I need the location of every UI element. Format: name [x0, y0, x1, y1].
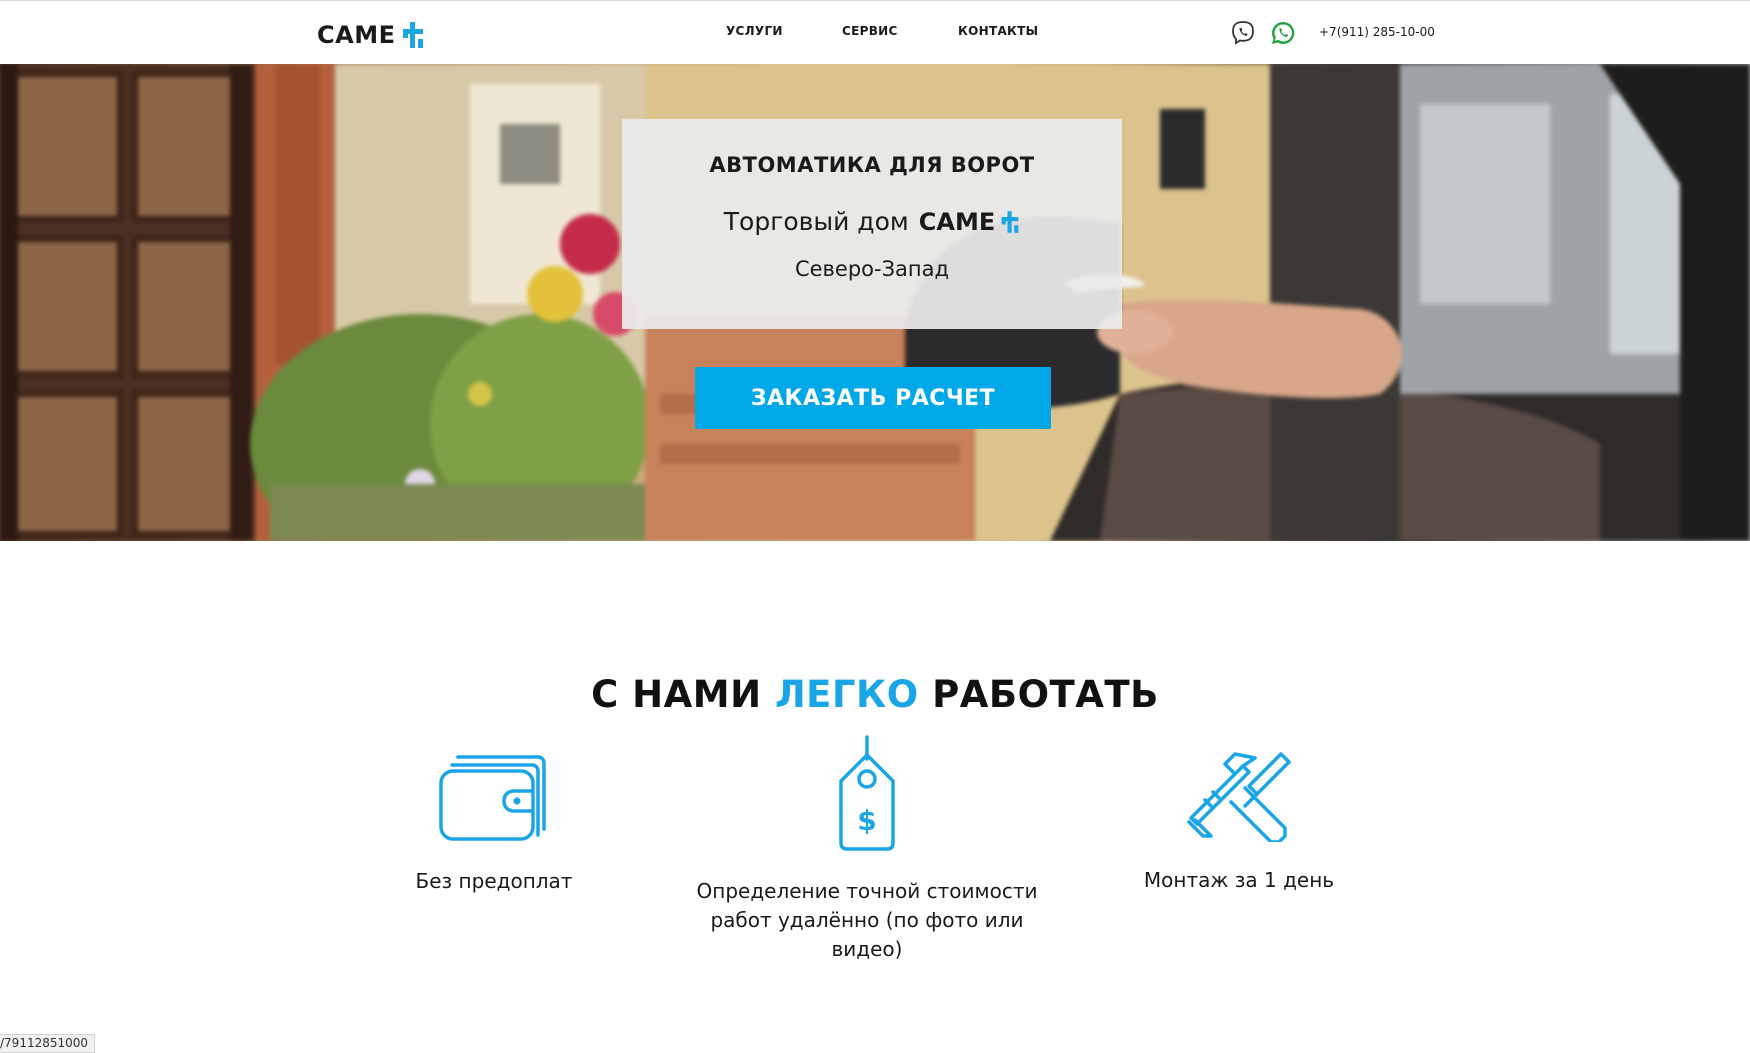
svg-text:$: $: [857, 804, 876, 837]
status-bar-url: /79112851000: [0, 1034, 96, 1053]
benefit-item: $ Определение точной стоимости работ уда…: [677, 735, 1057, 964]
benefit-item: Монтаж за 1 день: [1049, 752, 1429, 895]
came-logo-mark-icon: [1001, 210, 1019, 233]
benefit-label: Без предоплат: [415, 869, 573, 893]
came-logo-mark-icon: [403, 22, 424, 48]
benefits-title-part1: С НАМИ: [591, 672, 762, 716]
benefit-label: Определение точной стоимости работ удалё…: [696, 879, 1038, 961]
order-calculation-button[interactable]: ЗАКАЗАТЬ РАСЧЕТ: [695, 367, 1051, 429]
nav-item-service[interactable]: СЕРВИС: [842, 24, 898, 38]
hero-subtitle: Торговый дом CAME: [622, 207, 1122, 236]
price-tag-icon: $: [839, 735, 895, 851]
site-header: CAME УСЛУГИ СЕРВИС КОНТАКТЫ +7(911) 285-…: [0, 1, 1750, 64]
hero-region: Северо-Запад: [794, 257, 950, 281]
benefits-title-accent: ЛЕГКО: [774, 672, 919, 716]
benefit-label: Монтаж за 1 день: [1143, 868, 1335, 892]
wallet-icon: [439, 755, 546, 841]
benefits-title: С НАМИ ЛЕГКО РАБОТАТЬ: [0, 673, 1750, 716]
hero-subtitle-prefix: Торговый дом: [723, 207, 909, 236]
nav-item-services[interactable]: УСЛУГИ: [726, 24, 783, 38]
tools-icon: [1187, 752, 1291, 842]
hero-section: АВТОМАТИКА ДЛЯ ВОРОТ Торговый дом CAME С…: [0, 64, 1750, 541]
phone-link[interactable]: +7(911) 285-10-00: [1319, 25, 1435, 39]
hero-subtitle-brand: CAME: [918, 207, 996, 236]
logo-text: CAME: [317, 21, 396, 49]
benefits-title-part2: РАБОТАТЬ: [932, 672, 1159, 716]
hero-info-panel: АВТОМАТИКА ДЛЯ ВОРОТ Торговый дом CAME С…: [622, 119, 1122, 329]
came-logo[interactable]: CAME: [317, 21, 425, 49]
hero-title: АВТОМАТИКА ДЛЯ ВОРОТ: [709, 153, 1035, 177]
benefit-item: Без предоплат: [304, 749, 684, 896]
viber-icon[interactable]: [1230, 20, 1256, 46]
nav-item-contacts[interactable]: КОНТАКТЫ: [958, 24, 1038, 38]
whatsapp-icon[interactable]: [1270, 20, 1296, 46]
